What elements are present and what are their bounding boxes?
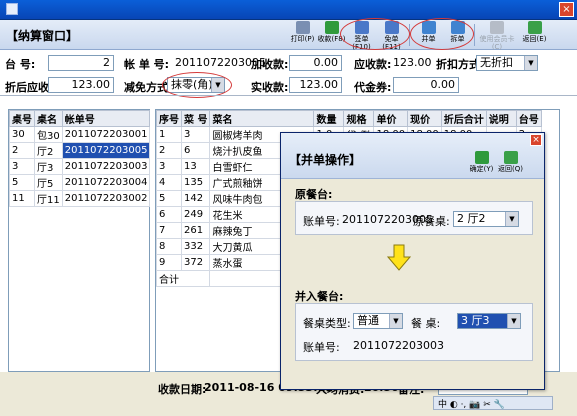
print-button[interactable]: 打印(P) — [288, 21, 317, 48]
table-row[interactable]: 5 厅5 2011072203004 — [9, 174, 151, 191]
window-title: 【纳算窗口】 — [6, 29, 79, 43]
column-header[interactable]: 帐单号 — [61, 110, 151, 127]
table-type-select[interactable]: 普通 ▼ — [353, 313, 403, 329]
source-table-label: 原餐桌: — [413, 215, 450, 228]
back-arrow-icon — [503, 151, 518, 164]
column-header[interactable]: 折后合计 — [440, 110, 487, 127]
card-icon — [490, 21, 504, 34]
table-row[interactable]: 30 包30 2011072203001 — [9, 126, 151, 143]
discount-method-select[interactable]: 无折扣 ▼ — [476, 55, 538, 71]
column-header[interactable]: 菜名 — [209, 110, 315, 127]
receivable-value: 123.00 — [393, 56, 432, 69]
table-no-field[interactable]: 2 — [48, 55, 114, 71]
down-arrow-icon — [387, 244, 411, 271]
table-row[interactable]: 11 厅11 2011072203002 — [9, 190, 151, 207]
column-header[interactable]: 规格 — [343, 110, 375, 127]
source-table-select[interactable]: 2 厅2 ▼ — [453, 211, 519, 227]
checkmark-icon — [474, 151, 489, 164]
target-table-select[interactable]: 3 厅3 ▼ — [457, 313, 521, 329]
table-no-label: 台 号: — [5, 58, 36, 71]
column-header[interactable]: 台号 — [515, 110, 542, 127]
column-header[interactable]: 菜 号 — [180, 110, 211, 127]
target-group-label: 并入餐台: — [295, 290, 344, 303]
dialog-back-button[interactable]: 返回(Q) — [496, 151, 525, 178]
column-header[interactable]: 现价 — [407, 110, 442, 127]
table-row-selected[interactable]: 2 厅2 2011072203005 — [9, 142, 151, 159]
table-row[interactable]: 3 厅3 2011072203003 — [9, 158, 151, 175]
annotation-circle — [340, 18, 410, 50]
voucher-field[interactable]: 0.00 — [393, 77, 459, 93]
column-header[interactable]: 数量 — [313, 110, 345, 127]
title-bar: × — [0, 0, 577, 20]
actual-label: 实收款: — [251, 81, 289, 94]
close-icon[interactable]: × — [559, 2, 574, 17]
app-icon — [6, 3, 18, 15]
table-list[interactable]: 桌号 桌名 帐单号 30 包30 2011072203001 2 厅2 2011… — [8, 109, 151, 372]
table-type-label: 餐桌类型: — [303, 317, 351, 330]
ime-bar[interactable]: 中 ◐ ·, 📷 ✂ 🔧 — [433, 396, 553, 410]
net-receivable-label: 折后应收: — [5, 81, 54, 94]
down-arrow-shape — [387, 244, 411, 271]
chevron-down-icon[interactable]: ▼ — [505, 212, 518, 226]
back-button[interactable]: 返回(E) — [520, 21, 549, 48]
close-icon[interactable]: × — [530, 134, 542, 146]
net-receivable-field[interactable]: 123.00 — [48, 77, 114, 93]
printer-icon — [295, 21, 310, 34]
actual-field[interactable]: 123.00 — [289, 77, 342, 93]
receivable-label: 应收款: — [354, 58, 392, 71]
checkmark-icon — [324, 21, 339, 34]
source-group-label: 原餐台: — [295, 188, 333, 201]
voucher-label: 代金券: — [354, 81, 392, 94]
extra-charge-label: 加收款: — [251, 58, 289, 71]
target-table-label: 餐 桌: — [411, 317, 441, 330]
back-arrow-icon — [527, 21, 542, 34]
column-header[interactable]: 序号 — [156, 110, 182, 127]
dialog-ok-button[interactable]: 确定(Y) — [467, 151, 496, 178]
annotation-circle — [410, 18, 474, 50]
column-header[interactable]: 单价 — [373, 110, 409, 127]
source-bill-label: 账单号: — [303, 215, 340, 228]
divider — [0, 95, 577, 96]
chevron-down-icon[interactable]: ▼ — [389, 314, 402, 328]
merge-dialog: × 【并单操作】 确定(Y) 返回(Q) 原餐台: 账单号: 201107220… — [280, 132, 545, 390]
member-card-button[interactable]: 使用会员卡(C) — [478, 21, 516, 51]
target-bill-value: 2011072203003 — [353, 339, 444, 352]
toolbar-separator — [474, 24, 475, 46]
bill-no-label: 帐 单 号: — [124, 58, 170, 71]
column-header[interactable]: 桌号 — [9, 110, 35, 127]
column-header[interactable]: 桌名 — [34, 110, 63, 127]
dialog-title: 【并单操作】 — [289, 153, 362, 167]
chevron-down-icon[interactable]: ▼ — [524, 56, 537, 70]
target-bill-label: 账单号: — [303, 341, 340, 354]
column-header[interactable]: 说明 — [485, 110, 517, 127]
chevron-down-icon[interactable]: ▼ — [507, 314, 520, 328]
extra-charge-field[interactable]: 0.00 — [289, 55, 342, 71]
date-label: 收款日期: — [158, 383, 207, 396]
